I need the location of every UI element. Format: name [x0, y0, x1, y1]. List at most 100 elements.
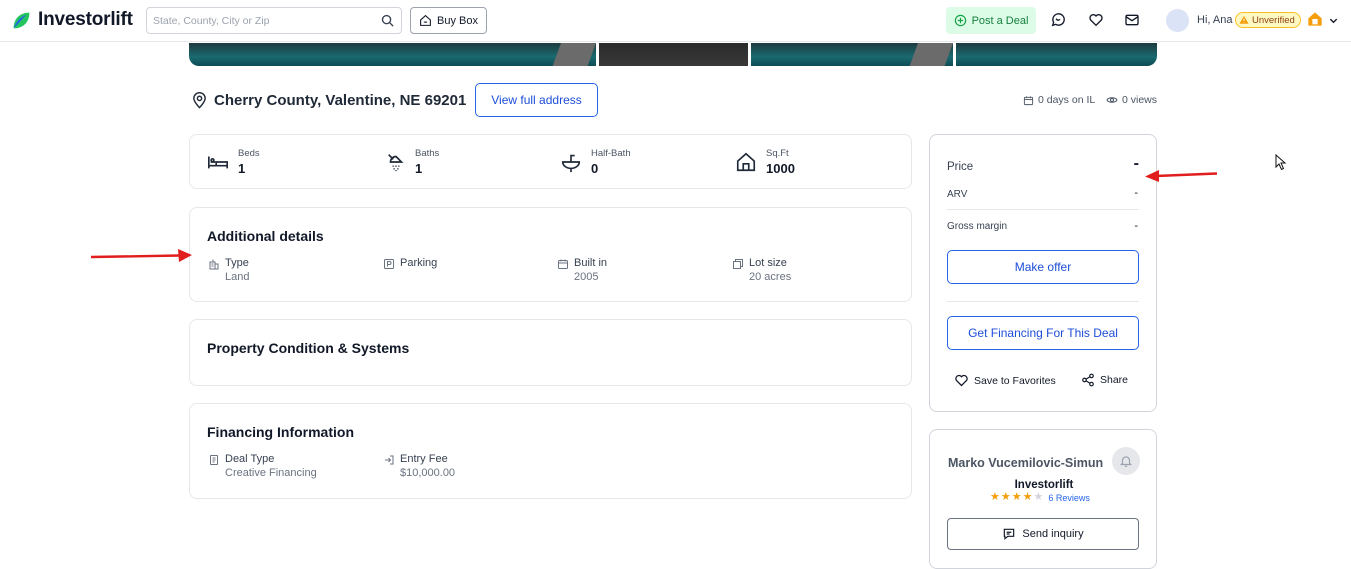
warning-icon [1239, 15, 1249, 24]
section-title: Additional details [207, 228, 324, 244]
additional-details-card: Additional details Type Land Parking Buil… [189, 207, 912, 302]
agent-card: Marko Vucemilovic-Simun Investorlift ★ ★… [929, 429, 1157, 569]
gallery-photo[interactable] [189, 43, 596, 66]
detail-value: Land [225, 271, 250, 283]
stat-sqft: Sq.Ft 1000 [735, 135, 795, 176]
search-icon[interactable] [380, 13, 395, 28]
bell-icon [1119, 456, 1133, 467]
post-deal-label: Post a Deal [971, 14, 1029, 27]
gallery-photo[interactable] [751, 43, 953, 66]
arv-label: ARV [947, 189, 968, 200]
home-badge-icon[interactable] [1307, 11, 1323, 27]
logo-leaf-icon [13, 12, 30, 28]
share-button[interactable]: Share [1081, 373, 1128, 387]
building-icon [209, 259, 219, 270]
detail-value: 2005 [574, 271, 599, 283]
stat-baths: Baths 1 [385, 135, 439, 176]
stat-label: Baths [415, 148, 440, 159]
detail-deal-type: Deal Type Creative Financing [208, 453, 317, 479]
search-box[interactable] [146, 7, 402, 34]
chevron-down-icon[interactable] [1328, 15, 1339, 26]
detail-label: Lot size [749, 257, 787, 269]
eye-icon [1106, 97, 1118, 103]
get-financing-button[interactable]: Get Financing For This Deal [947, 316, 1139, 350]
mail-icon[interactable] [1124, 12, 1140, 28]
lot-icon [733, 259, 743, 269]
post-deal-button[interactable]: Post a Deal [946, 7, 1036, 34]
view-full-address-button[interactable]: View full address [475, 83, 598, 117]
section-title: Financing Information [207, 424, 354, 440]
status-badge: Unverified [1235, 12, 1301, 28]
star-icon: ★ [1022, 491, 1033, 503]
calendar-icon [1023, 95, 1034, 105]
document-icon [210, 455, 218, 465]
section-title: Property Condition & Systems [207, 340, 410, 356]
plus-circle-icon [954, 14, 966, 27]
stat-value: 1 [415, 161, 423, 176]
stat-label: Sq.Ft [766, 148, 789, 159]
gallery-photo[interactable] [956, 43, 1157, 66]
detail-type: Type Land [208, 257, 249, 283]
detail-value: $10,000.00 [400, 467, 456, 479]
send-inquiry-button[interactable]: Send inquiry [947, 518, 1139, 550]
detail-label: Entry Fee [400, 453, 448, 465]
detail-label: Parking [400, 257, 438, 269]
share-icon [1082, 373, 1094, 387]
user-greeting: Hi, Ana [1197, 14, 1233, 26]
status-badge-label: Unverified [1252, 14, 1295, 26]
message-icon [1004, 528, 1015, 540]
chat-icon[interactable] [1050, 12, 1066, 28]
detail-built-in: Built in 2005 [557, 257, 607, 283]
days-on-label: 0 days on IL [1038, 94, 1096, 106]
days-on-listing: 0 days on IL [1023, 94, 1095, 106]
property-condition-card[interactable]: Property Condition & Systems [189, 319, 912, 386]
agent-company: Investorlift [1014, 479, 1074, 491]
calendar-icon [558, 259, 568, 269]
star-empty-icon: ★ [1033, 491, 1044, 503]
entry-icon [385, 455, 394, 465]
search-input[interactable] [147, 8, 367, 33]
photo-gallery[interactable] [189, 43, 1157, 66]
detail-value: 20 acres [749, 271, 792, 283]
price-label: Price [947, 161, 974, 173]
shower-icon [388, 154, 404, 172]
bed-icon [208, 156, 228, 169]
brand-logo[interactable]: Investorlift [11, 9, 133, 31]
mouse-cursor-icon [1275, 154, 1287, 171]
property-address: Cherry County, Valentine, NE 69201 [214, 91, 467, 109]
house-icon [736, 152, 756, 172]
gross-margin-label: Gross margin [947, 221, 1008, 232]
detail-value: Creative Financing [225, 467, 317, 479]
stat-value: 1000 [766, 161, 795, 176]
send-inquiry-label: Send inquiry [1022, 528, 1084, 540]
notify-button[interactable] [1112, 447, 1140, 475]
arv-value: - [1134, 187, 1138, 199]
heart-icon[interactable] [1088, 12, 1104, 28]
reviews-link[interactable]: 6 Reviews [1048, 493, 1090, 503]
pricing-panel: Price - ARV - Gross margin - Make offer … [929, 134, 1157, 412]
detail-label: Deal Type [225, 453, 275, 465]
views-label: 0 views [1122, 94, 1158, 106]
agent-name[interactable]: Marko Vucemilovic-Simun [948, 456, 1103, 470]
star-icon: ★ [1011, 491, 1022, 503]
avatar[interactable] [1166, 9, 1189, 32]
detail-label: Built in [574, 257, 608, 269]
stat-label: Half-Bath [591, 148, 631, 159]
heart-icon [955, 374, 968, 387]
stat-value: 0 [591, 161, 599, 176]
financing-info-card: Financing Information Deal Type Creative … [189, 403, 912, 499]
property-stats-card: Beds 1 Baths 1 Half-Bath 0 Sq.Ft 1000 [189, 134, 912, 189]
buy-box-button[interactable]: Buy Box [410, 7, 487, 34]
detail-parking: Parking [383, 257, 437, 271]
sink-icon [561, 154, 581, 173]
star-icon: ★ [990, 491, 1000, 503]
make-offer-button[interactable]: Make offer [947, 250, 1139, 284]
divider [947, 301, 1139, 302]
gallery-photo[interactable] [599, 43, 748, 66]
buy-box-label: Buy Box [437, 14, 478, 27]
save-favorites-button[interactable]: Save to Favorites [954, 373, 1056, 388]
annotation-arrow [90, 249, 192, 262]
star-icon: ★ [1000, 491, 1011, 503]
brand-name: Investorlift [38, 9, 133, 30]
price-value: - [1133, 155, 1139, 172]
